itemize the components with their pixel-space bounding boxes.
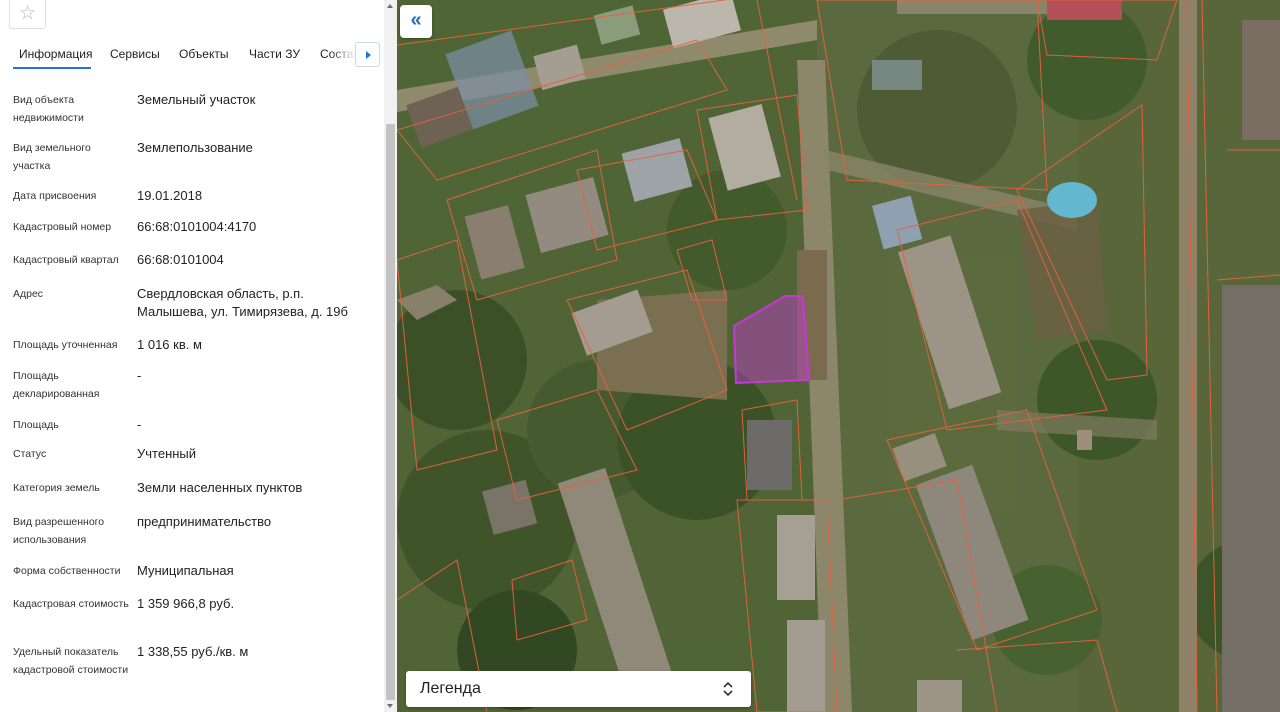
field-value: 1 016 кв. м — [137, 337, 202, 352]
legend-label: Легенда — [420, 680, 481, 697]
chevron-up-down-icon — [723, 681, 733, 697]
tabs-scroll-right-button[interactable] — [355, 42, 380, 67]
tab-bar: Информация Сервисы Объекты Части ЗУ Сост… — [0, 38, 384, 70]
app-window: ☆ Информация Сервисы Объекты Части ЗУ Со… — [0, 0, 1280, 712]
field-value: Земли населенных пунктов — [137, 480, 303, 495]
address-value: Свердловская область, р.п. Малышева, ул.… — [137, 286, 348, 319]
map-canvas[interactable] — [397, 0, 1280, 712]
collapse-panel-button[interactable]: « — [400, 5, 432, 38]
field-label: Форма собственности — [13, 565, 121, 577]
scroll-down-arrow-icon[interactable] — [387, 704, 393, 708]
field-label: Кадастровый квартал — [13, 254, 119, 266]
field-value: Землепользование — [137, 140, 253, 155]
field-value: Земельный участок — [137, 92, 256, 107]
field-label: Вид разрешенного использования — [13, 516, 105, 546]
satellite-map[interactable] — [397, 0, 1280, 712]
legend-dropdown[interactable]: Легенда — [406, 671, 751, 707]
favorite-button[interactable]: ☆ — [9, 0, 46, 29]
info-panel: ☆ Информация Сервисы Объекты Части ЗУ Со… — [0, 0, 384, 712]
tab-objects[interactable]: Объекты — [179, 47, 229, 61]
field-label: Кадастровый номер — [13, 221, 112, 233]
star-outline-icon: ☆ — [18, 3, 37, 24]
field-label: Вид объекта недвижимости — [13, 94, 84, 124]
triangle-right-icon — [366, 50, 371, 59]
double-chevron-left-icon: « — [410, 9, 422, 31]
scrollbar-thumb[interactable] — [386, 124, 395, 700]
field-value: 1 338,55 руб./кв. м — [137, 644, 249, 659]
tab-information[interactable]: Информация — [19, 47, 92, 61]
field-label: Статус — [13, 448, 47, 460]
field-label: Удельный показатель кадастровой стоимост… — [13, 646, 129, 676]
tab-services[interactable]: Сервисы — [110, 47, 160, 61]
field-label: Площадь декларированная — [13, 370, 100, 400]
field-label: Площадь уточненная — [13, 339, 118, 351]
field-value: 66:68:0101004:4170 — [137, 219, 257, 234]
field-value: 66:68:0101004 — [137, 252, 224, 267]
field-label: Вид земельного участка — [13, 142, 91, 172]
field-label: Категория земель — [13, 482, 100, 494]
field-value: 1 359 966,8 руб. — [137, 596, 235, 611]
field-value: - — [137, 417, 142, 432]
scroll-up-arrow-icon[interactable] — [387, 4, 393, 8]
field-label: Площадь — [13, 419, 59, 431]
field-label: Кадастровая стоимость — [13, 598, 129, 610]
tabs-fade — [330, 38, 356, 70]
active-tab-indicator — [13, 67, 91, 69]
field-value: Учтенный — [137, 446, 197, 461]
field-label: Дата присвоения — [13, 190, 97, 202]
field-label: Адрес — [13, 288, 44, 300]
field-value: - — [137, 368, 142, 383]
field-value: предпринимательство — [137, 514, 272, 529]
field-value: Муниципальная — [137, 563, 234, 578]
field-value: 19.01.2018 — [137, 188, 203, 203]
tab-land-parts[interactable]: Части ЗУ — [249, 47, 300, 61]
